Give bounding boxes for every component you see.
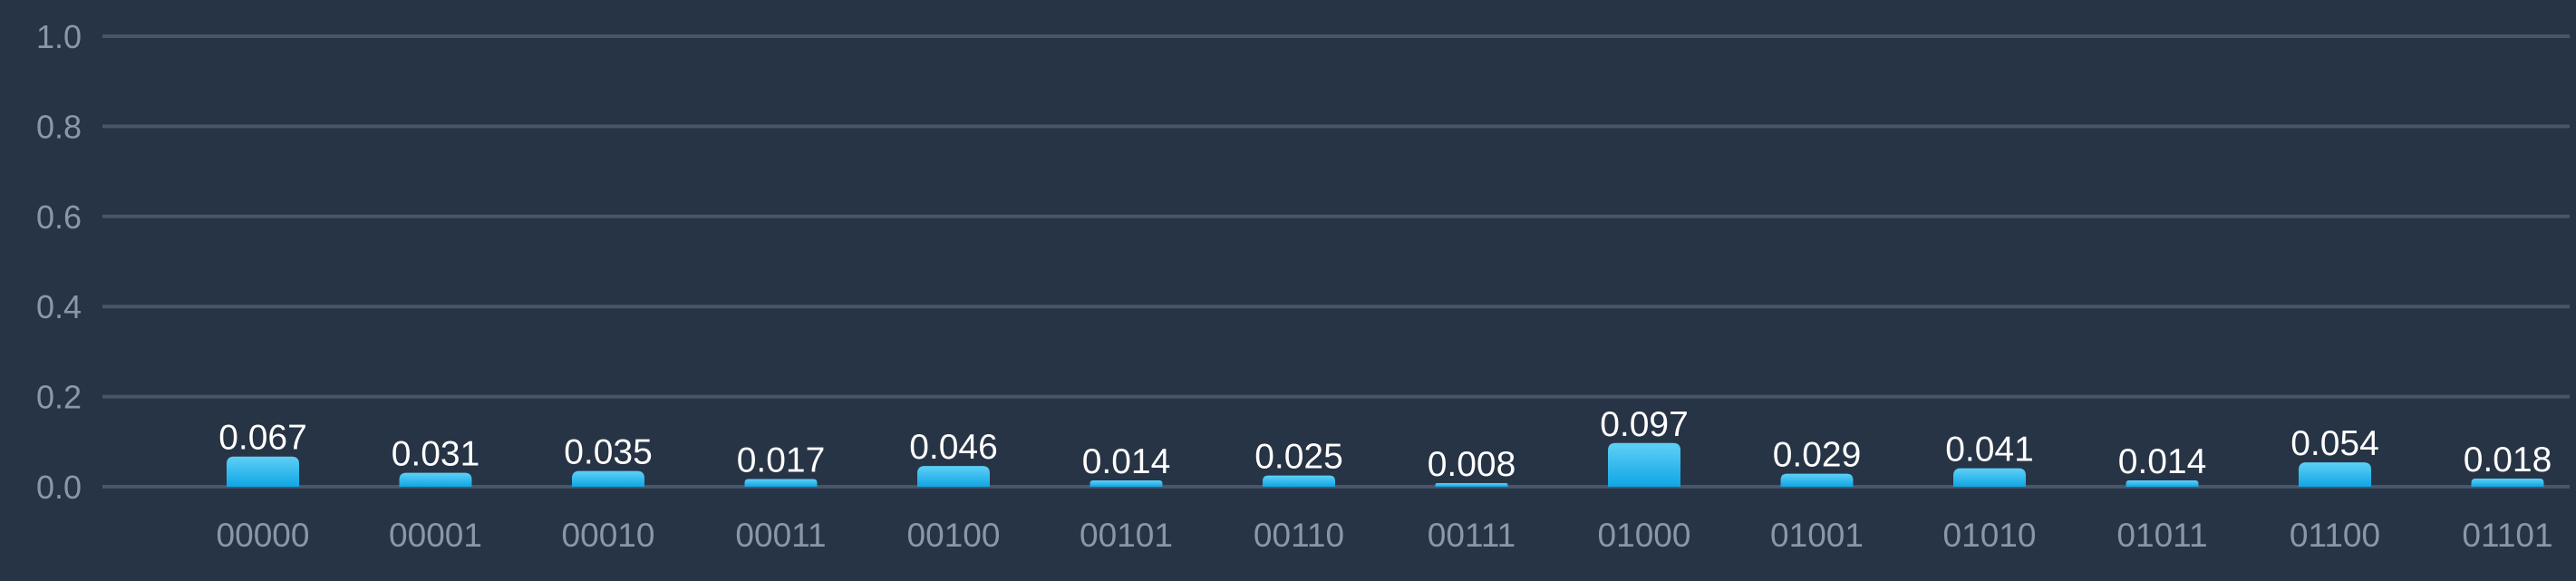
- bar: [2126, 480, 2199, 487]
- y-tick-label: 0.6: [36, 199, 82, 236]
- bar-value-label: 0.041: [1945, 431, 2034, 470]
- bar: [1780, 473, 1854, 487]
- x-tick-label: 01100: [2290, 517, 2380, 554]
- x-tick-label: 00011: [735, 517, 826, 554]
- bar-value-label: 0.018: [2464, 441, 2552, 479]
- x-tick-label: 01000: [1598, 517, 1691, 554]
- bar-value-label: 0.097: [1600, 405, 1689, 444]
- bar: [1263, 475, 1335, 487]
- bar: [1608, 442, 1680, 487]
- bar-value-label: 0.031: [392, 435, 480, 474]
- value-labels: 0.067 0.031 0.035 0.017 0.046 0.014 0.025 0.008…: [218, 405, 2552, 484]
- bar-value-label: 0.014: [2118, 442, 2207, 481]
- bar: [917, 466, 990, 487]
- bar-value-label: 0.025: [1254, 438, 1343, 477]
- bar-value-label: 0.046: [909, 428, 998, 467]
- x-tick-label: 00100: [907, 517, 1001, 554]
- y-tick-label: 1.0: [36, 18, 82, 55]
- x-axis-ticks: 00000 00001 00010 00011 00100 00101 00110 00111…: [217, 517, 2553, 554]
- bar: [1953, 468, 2026, 487]
- bar: [1089, 480, 1163, 487]
- bar-value-label: 0.014: [1082, 442, 1171, 481]
- y-tick-label: 0.2: [36, 379, 82, 416]
- bar-value-label: 0.054: [2290, 424, 2379, 463]
- bar: [2471, 479, 2544, 487]
- gridlines: [102, 34, 2570, 489]
- bar-chart: 0.00.20.40.60.81.0 0.067 0.031 0.035 0.017 0…: [36, 18, 2570, 554]
- bar-value-label: 0.008: [1428, 445, 1516, 484]
- bar: [227, 456, 299, 487]
- bar: [744, 479, 818, 487]
- y-tick-label: 0.4: [36, 288, 82, 325]
- x-tick-label: 00001: [389, 517, 482, 554]
- bar: [399, 472, 472, 487]
- bar-value-label: 0.067: [218, 419, 307, 458]
- x-tick-label: 00010: [562, 517, 655, 554]
- x-tick-label: 01010: [1943, 517, 2037, 554]
- x-tick-label: 00111: [1428, 517, 1516, 554]
- bar: [572, 470, 644, 487]
- x-tick-label: 01011: [2116, 517, 2207, 554]
- x-tick-label: 00110: [1254, 517, 1344, 554]
- y-axis-ticks: 0.0 0.2 0.4 0.6 0.8 1.0: [36, 18, 82, 506]
- x-tick-label: 01101: [2462, 517, 2552, 554]
- bar: [2299, 462, 2371, 487]
- chart-container: 0.0 0.2 0.4 0.6 0.8 1.0 0.067 0.031 0.035 0.017 0…: [0, 0, 2576, 581]
- x-tick-label: 00000: [217, 517, 310, 554]
- y-tick-label: 0.8: [36, 108, 82, 145]
- bar-value-label: 0.017: [737, 441, 826, 480]
- x-tick-label: 01001: [1770, 517, 1864, 554]
- bar-value-label: 0.029: [1773, 436, 1862, 475]
- y-tick-label: 0.0: [36, 469, 82, 506]
- bar-value-label: 0.035: [564, 433, 653, 472]
- x-tick-label: 00101: [1080, 517, 1173, 554]
